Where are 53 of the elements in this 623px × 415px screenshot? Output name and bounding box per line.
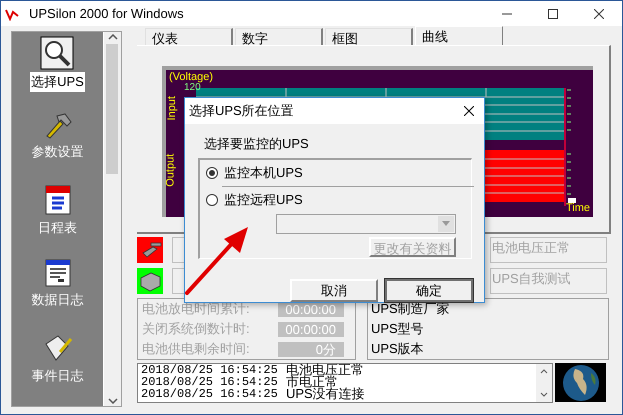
timer-value: 00:00:00: [278, 322, 344, 336]
dropdown-caret-icon: [442, 221, 450, 226]
up-caret-icon: [540, 369, 548, 374]
time-label: Time: [566, 202, 590, 214]
tab[interactable]: 框图: [325, 28, 413, 45]
log-timestamp: 2018/08/25 16:54:25: [141, 376, 279, 388]
status-message: 电池电压正常: [490, 237, 607, 263]
close-icon: [464, 106, 474, 116]
ups-info-label: UPS型号: [371, 321, 425, 337]
ok-button[interactable]: 确定: [385, 279, 473, 302]
sidebar-item[interactable]: 参数设置: [30, 110, 84, 176]
log-timestamp: 2018/08/25 16:54:25: [141, 388, 279, 400]
tab[interactable]: 仪表: [145, 28, 233, 45]
tick-label: 120: [184, 83, 201, 93]
sidebar-item[interactable]: 数据日志: [30, 258, 84, 324]
log-timestamp: 2018/08/25 16:54:25: [141, 364, 279, 376]
down-caret-icon: [540, 392, 548, 397]
scrollbar[interactable]: [104, 32, 121, 406]
sidebar-item[interactable]: 事件日志: [30, 332, 84, 398]
dialog-title: 选择UPS所在位置: [189, 102, 294, 120]
ups-info-label: UPS制造厂家: [371, 301, 451, 317]
app-icon: [5, 6, 19, 20]
cancel-button[interactable]: 取消: [290, 279, 378, 302]
timer-label: 电池供电剩余时间:: [142, 340, 251, 358]
tab[interactable]: 数字: [235, 28, 323, 45]
sidebar-item[interactable]: 选择UPS: [30, 36, 85, 102]
close-icon: [594, 8, 604, 18]
output-label: Output: [163, 154, 178, 187]
log-scrollbar[interactable]: [536, 364, 552, 402]
radio-option[interactable]: 监控远程UPS: [206, 190, 471, 210]
sidebar-item[interactable]: 日程表: [37, 184, 78, 250]
log-message: 电池电压正常: [286, 364, 364, 376]
scrollbar-thumb[interactable]: [106, 44, 118, 174]
window-title: UPSilon 2000 for Windows: [29, 4, 184, 23]
tab[interactable]: 曲线: [415, 26, 503, 45]
radio-option[interactable]: 监控本机UPS: [206, 162, 471, 182]
input-label: Input: [164, 96, 179, 120]
axis-label: (Voltage): [169, 70, 214, 83]
log-message: 市电正常: [286, 376, 338, 388]
maximize-icon: [548, 8, 558, 18]
timer-label: 关闭系统倒数计时:: [142, 320, 251, 338]
down-caret-icon: [108, 398, 118, 404]
timer-label: 电池放电时间累计:: [142, 300, 251, 318]
up-caret-icon: [108, 34, 118, 40]
globe-icon: [555, 363, 606, 402]
log-message: UPS没有连接: [286, 388, 365, 400]
group-label: 选择要监控的UPS: [204, 135, 310, 153]
status-message: UPS自我测试: [490, 268, 607, 294]
calendar-icon: [44, 184, 72, 216]
ups-info-label: UPS版本: [371, 341, 425, 357]
magnifier-icon: [40, 36, 74, 70]
timer-value: 0分: [278, 342, 344, 356]
document-icon: [44, 258, 72, 288]
